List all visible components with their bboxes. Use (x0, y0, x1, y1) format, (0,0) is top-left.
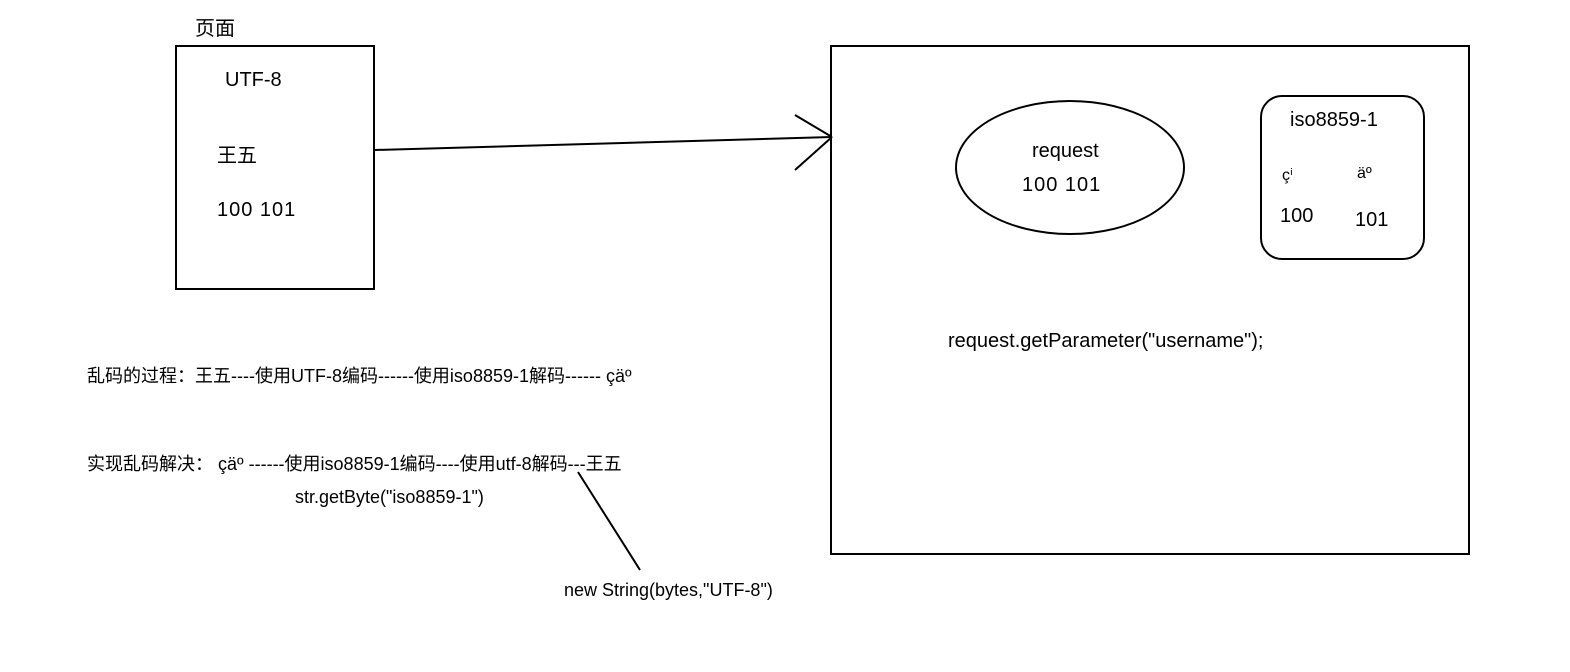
page-name: 王五 (217, 139, 257, 168)
iso-byte1: 100 (1280, 205, 1313, 228)
iso-char1: çⁱ (1282, 165, 1293, 185)
page-box: UTF-8 王五 100 101 (175, 45, 375, 290)
iso-byte2: 101 (1355, 209, 1388, 232)
page-bytes: 100 101 (217, 199, 296, 222)
request-ellipse: request 100 101 (955, 100, 1185, 235)
page-encoding: UTF-8 (225, 69, 282, 92)
iso-encoding: iso8859-1 (1290, 109, 1378, 132)
garbled-process-text: 乱码的过程：王五----使用UTF-8编码------使用iso8859-1解码… (87, 362, 632, 388)
request-label: request (1032, 140, 1099, 163)
getbyte-code: str.getByte("iso8859-1") (295, 487, 484, 508)
newstring-code: new String(bytes,"UTF-8") (564, 580, 773, 601)
getparam-code: request.getParameter("username"); (948, 330, 1263, 353)
request-bytes: 100 101 (1022, 174, 1101, 197)
page-title-label: 页面 (195, 12, 235, 41)
iso-box: iso8859-1 çⁱ äº 100 101 (1260, 95, 1425, 260)
garbled-solve-text: 实现乱码解决： çäº ------使用iso8859-1编码----使用utf… (87, 450, 622, 476)
iso-char2: äº (1357, 165, 1372, 183)
